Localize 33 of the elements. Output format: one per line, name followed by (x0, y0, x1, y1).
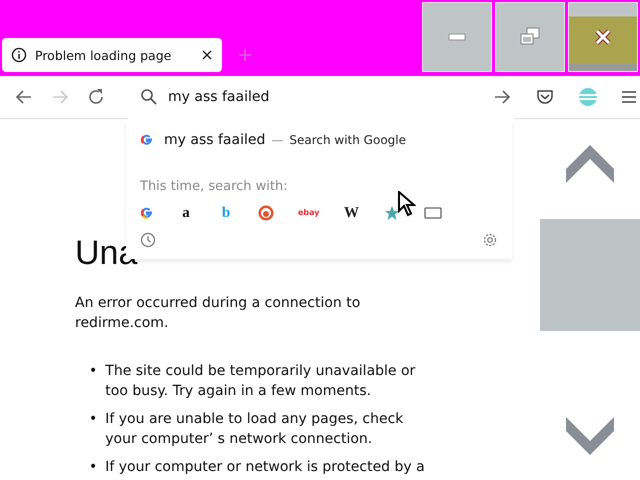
scrollbar-thumb[interactable] (540, 219, 640, 331)
mouse-cursor-icon (398, 191, 416, 217)
close-tab-icon[interactable] (201, 49, 213, 61)
close-icon (593, 28, 613, 46)
suggestion-item: If you are unable to load any pages, check your computer’ s network connection. (105, 410, 404, 449)
suggestion-item: The site could be temporarily unavailable or too busy. Try again in a few moments. (105, 362, 416, 401)
search-engine-button[interactable]: ebay (298, 205, 320, 221)
bullet-marker: • (89, 410, 98, 429)
info-icon (11, 47, 27, 63)
bullet-marker: • (89, 458, 98, 477)
search-icon (140, 88, 158, 106)
tab-title: Problem loading page (35, 48, 172, 62)
settings-icon[interactable] (482, 232, 498, 248)
address-field[interactable]: my ass faailed (168, 89, 482, 105)
restore-icon (519, 27, 541, 47)
google-icon (140, 133, 154, 147)
history-icon[interactable] (140, 232, 156, 248)
search-engine-button[interactable]: W (344, 205, 360, 221)
browser-tab[interactable]: Problem loading page (2, 38, 222, 72)
reload-icon[interactable] (86, 87, 106, 107)
search-suggestion[interactable]: my ass faailed — Search with Google (140, 131, 498, 149)
scroll-up-icon[interactable] (566, 143, 614, 185)
search-engine-button[interactable]: a (178, 205, 194, 221)
scroll-down-icon[interactable] (566, 415, 614, 457)
engines-label: This time, search with: (140, 179, 289, 194)
bullet-marker: • (89, 362, 98, 381)
minimize-icon (448, 33, 466, 41)
error-message: An error occurred during a connection to redirme.com. (75, 294, 362, 333)
star-icon[interactable] (384, 205, 400, 221)
close-button[interactable] (568, 2, 638, 72)
suggestion-item: If your computer or network is protected by a (105, 458, 425, 477)
search-engine-icon[interactable] (140, 206, 154, 220)
tab-icon[interactable] (424, 206, 442, 220)
